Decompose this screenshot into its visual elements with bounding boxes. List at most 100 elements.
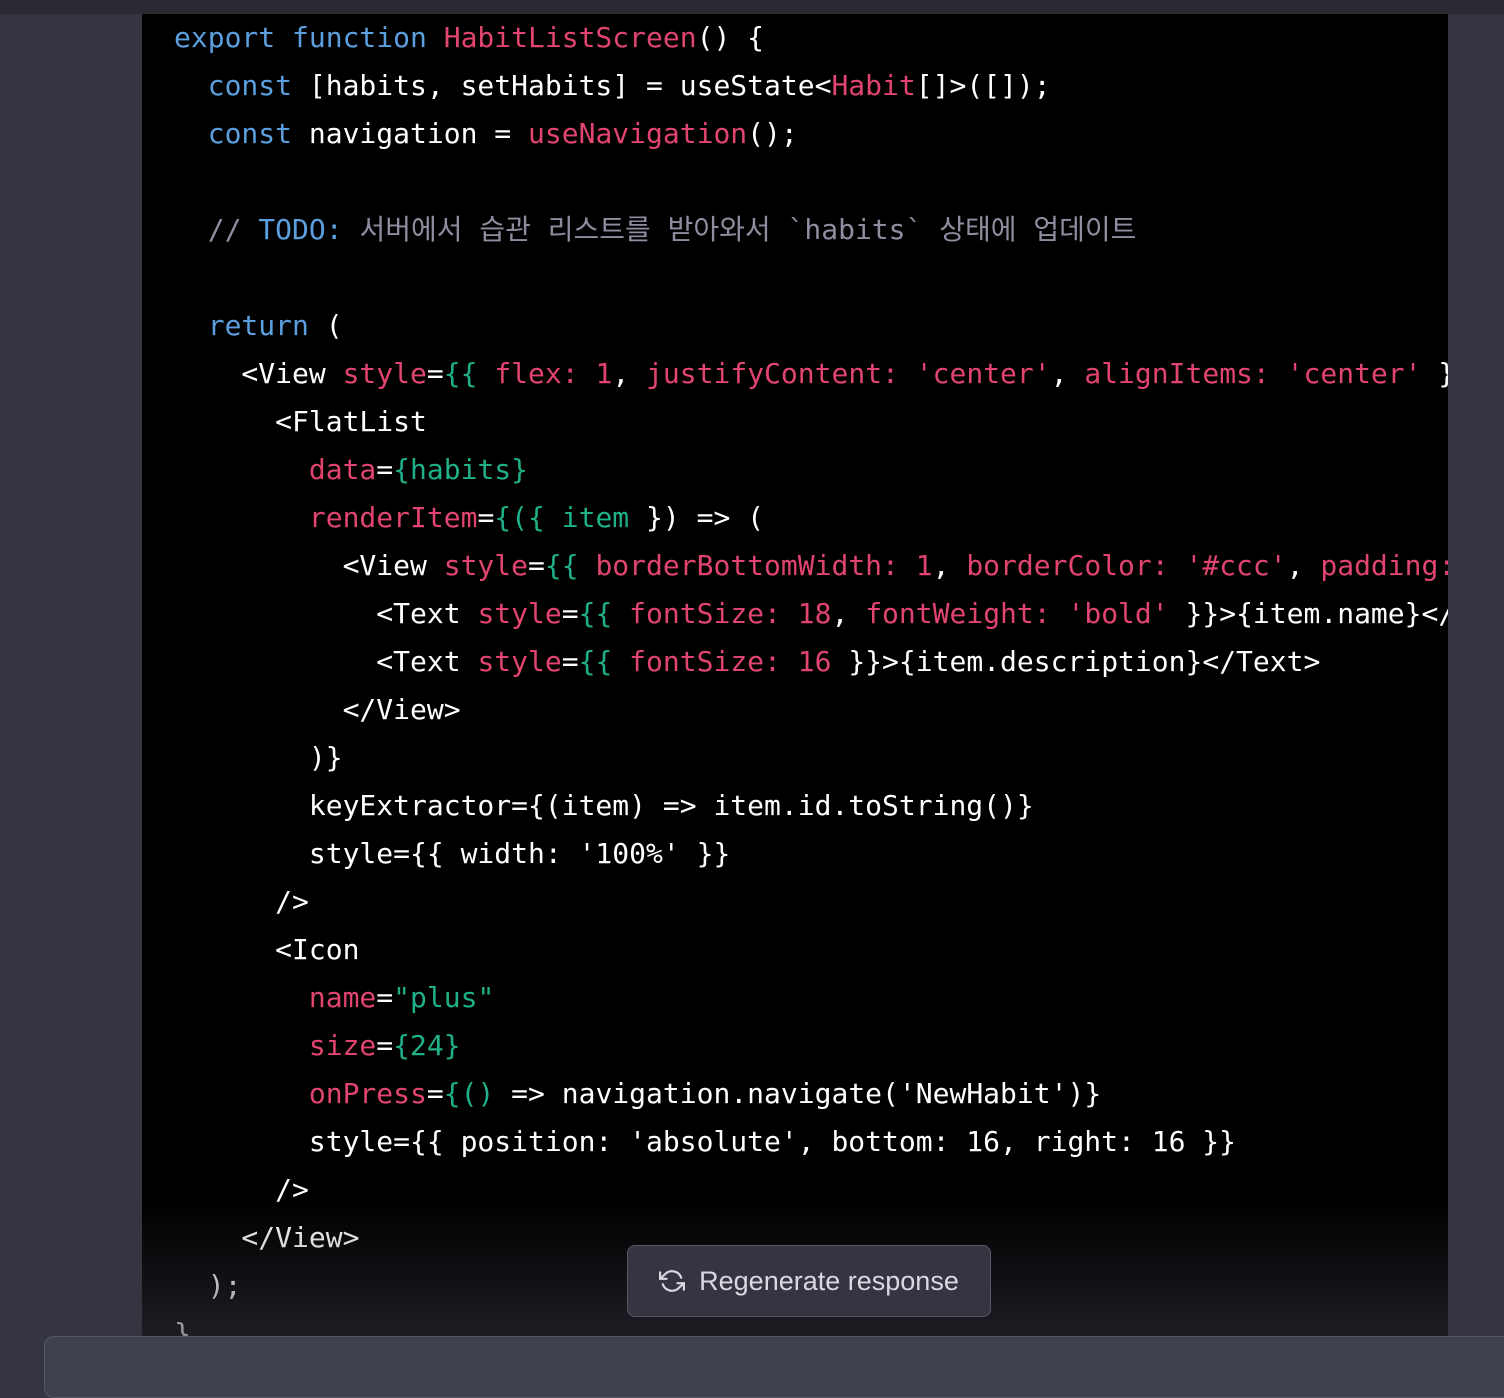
code-token: alignItems: <box>1084 357 1287 390</box>
code-line: <Text style={{ fontSize: 16 }}>{item.des… <box>174 638 1448 686</box>
code-line: data={habits} <box>174 446 1448 494</box>
code-token: </View> <box>174 1221 360 1254</box>
code-token: /> <box>174 1173 309 1206</box>
code-token: = <box>426 1077 444 1110</box>
code-token: // <box>174 213 259 246</box>
code-token: {{ <box>578 645 630 678</box>
code-token: HabitListScreen <box>443 21 697 54</box>
code-line: return ( <box>174 302 1448 350</box>
code-token: , <box>932 549 967 582</box>
code-token: () { <box>696 21 765 54</box>
code-token: }) => ( <box>646 501 765 534</box>
code-token: style={{ position: 'absolute', bottom: 1… <box>174 1125 1237 1158</box>
code-token: <View <box>174 357 343 390</box>
code-token: const <box>174 69 309 102</box>
code-token: borderColor: <box>966 549 1186 582</box>
code-line: style={{ position: 'absolute', bottom: 1… <box>174 1118 1448 1166</box>
code-token: 'bold' <box>1067 597 1169 630</box>
code-token: <FlatList <box>174 405 427 438</box>
code-line: size={24} <box>174 1022 1448 1070</box>
code-token: style <box>443 549 529 582</box>
code-token: = <box>528 549 545 582</box>
code-token: fontSize: 18 <box>629 597 832 630</box>
code-content: export function HabitListScreen() { cons… <box>174 14 1448 1336</box>
code-token: <Text <box>174 645 478 678</box>
code-token: const <box>174 117 309 150</box>
top-bar <box>0 0 1504 14</box>
code-token: size <box>174 1029 377 1062</box>
code-token: <View <box>174 549 444 582</box>
code-token: {({ item <box>494 501 647 534</box>
code-token: TODO: <box>258 213 343 246</box>
regenerate-response-button[interactable]: Regenerate response <box>627 1245 991 1317</box>
code-token: onPress <box>174 1077 427 1110</box>
code-token: {24} <box>393 1029 461 1062</box>
code-line: <View style={{ flex: 1, justifyContent: … <box>174 350 1448 398</box>
code-line: )} <box>174 734 1448 782</box>
code-token: [habits, setHabits] = useState< <box>308 69 832 102</box>
code-line: </View> <box>174 686 1448 734</box>
code-token: => navigation.navigate('NewHabit')} <box>511 1077 1102 1110</box>
code-token: /> <box>174 885 309 918</box>
code-token: <Text <box>174 597 478 630</box>
code-token: = <box>561 597 579 630</box>
code-block: export function HabitListScreen() { cons… <box>142 14 1448 1336</box>
code-token: = <box>376 453 394 486</box>
code-line: renderItem={({ item }) => ( <box>174 494 1448 542</box>
code-token: 서버에서 습관 리스트를 받아와서 `habits` 상태에 업데이트 <box>342 213 1137 246</box>
code-token: ); <box>174 1269 242 1302</box>
code-token: , <box>612 357 647 390</box>
code-line: <FlatList <box>174 398 1448 446</box>
code-line: <View style={{ borderBottomWidth: 1, bor… <box>174 542 1448 590</box>
code-token: (); <box>747 117 798 150</box>
code-line: const [habits, setHabits] = useState<Hab… <box>174 62 1448 110</box>
code-token: []>([]); <box>915 69 1051 102</box>
code-token: ( <box>325 309 343 342</box>
code-token: {() <box>443 1077 512 1110</box>
code-line: keyExtractor={(item) => item.id.toString… <box>174 782 1448 830</box>
code-token: Habit <box>831 69 916 102</box>
code-token: useNavigation <box>528 117 748 150</box>
code-token: padding: 16 }}> <box>1320 549 1448 582</box>
code-token: keyExtractor={(item) => item.id.toString… <box>174 789 1034 822</box>
code-line: /> <box>174 878 1448 926</box>
code-line: const navigation = useNavigation(); <box>174 110 1448 158</box>
message-composer[interactable] <box>44 1336 1504 1398</box>
code-token: }}>{item.description}</Text> <box>831 645 1321 678</box>
code-token: , <box>831 597 866 630</box>
code-token: style <box>477 645 562 678</box>
refresh-icon <box>659 1268 686 1294</box>
code-token: return <box>174 309 326 342</box>
code-token: style={{ width: '100%' }} <box>174 837 731 870</box>
regenerate-response-label: Regenerate response <box>699 1265 959 1296</box>
code-token: = <box>477 501 495 534</box>
code-line: <Icon <box>174 926 1448 974</box>
code-token: = <box>426 357 444 390</box>
code-token: }}>{item.name}</Text> <box>1185 597 1448 630</box>
code-token: = <box>376 1029 394 1062</box>
code-token: {{ <box>443 357 495 390</box>
code-token: style <box>477 597 562 630</box>
code-line: <Text style={{ fontSize: 18, fontWeight:… <box>174 590 1448 638</box>
code-token: {{ <box>544 549 596 582</box>
code-token: name <box>174 981 377 1014</box>
code-token: navigation = <box>308 117 529 150</box>
code-token: flex: 1 <box>494 357 613 390</box>
code-line: onPress={() => navigation.navigate('NewH… <box>174 1070 1448 1118</box>
code-token: export function <box>174 21 444 54</box>
code-token: justifyContent: <box>646 357 916 390</box>
code-token: data <box>174 453 377 486</box>
code-token: }}> <box>1422 357 1448 390</box>
code-token: <Icon <box>174 933 360 966</box>
code-token: , <box>1050 357 1085 390</box>
code-token: renderItem <box>174 501 478 534</box>
code-line: style={{ width: '100%' }} <box>174 830 1448 878</box>
code-token: 'center' <box>915 357 1051 390</box>
code-token: fontWeight: <box>865 597 1068 630</box>
code-token: borderBottomWidth: 1 <box>595 549 933 582</box>
code-token: )} <box>174 741 343 774</box>
code-token: </View> <box>174 693 461 726</box>
code-token: } <box>174 1317 191 1336</box>
